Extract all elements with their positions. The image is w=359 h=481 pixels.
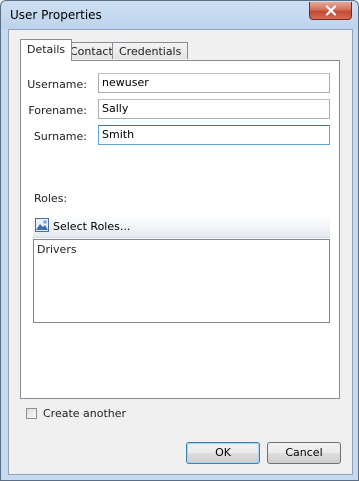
create-another-checkbox[interactable] bbox=[26, 407, 37, 419]
roles-toolbar: Select Roles... bbox=[33, 214, 330, 238]
roles-list[interactable]: Drivers bbox=[33, 239, 330, 323]
username-label: Username: bbox=[27, 78, 87, 91]
details-tab-panel: Username: newuser Forename: Sally Surnam… bbox=[20, 60, 340, 399]
title-bar[interactable]: User Properties bbox=[1, 1, 358, 29]
tab-credentials[interactable]: Credentials bbox=[112, 42, 189, 59]
create-another-row[interactable]: Create another bbox=[26, 405, 126, 421]
select-roles-button[interactable]: Select Roles... bbox=[35, 217, 130, 235]
close-icon bbox=[325, 5, 337, 16]
surname-input[interactable]: Smith bbox=[98, 125, 330, 145]
select-roles-icon bbox=[35, 217, 49, 235]
forename-label: Forename: bbox=[28, 104, 87, 117]
surname-label: Surname: bbox=[33, 130, 87, 143]
close-button[interactable] bbox=[309, 2, 352, 20]
create-another-label: Create another bbox=[43, 406, 127, 420]
select-roles-label: Select Roles... bbox=[53, 219, 131, 233]
forename-input[interactable]: Sally bbox=[98, 99, 330, 119]
dialog-body: Details Contact Credentials Username: ne… bbox=[8, 29, 353, 475]
list-item[interactable]: Drivers bbox=[37, 243, 77, 256]
tab-details[interactable]: Details bbox=[20, 39, 73, 61]
roles-label: Roles: bbox=[34, 192, 68, 205]
user-properties-window: User Properties Details Contact Credenti… bbox=[0, 0, 359, 481]
username-input[interactable]: newuser bbox=[98, 73, 330, 93]
window-title: User Properties bbox=[10, 8, 102, 22]
ok-button[interactable]: OK bbox=[186, 442, 260, 464]
cancel-button[interactable]: Cancel bbox=[267, 442, 341, 464]
